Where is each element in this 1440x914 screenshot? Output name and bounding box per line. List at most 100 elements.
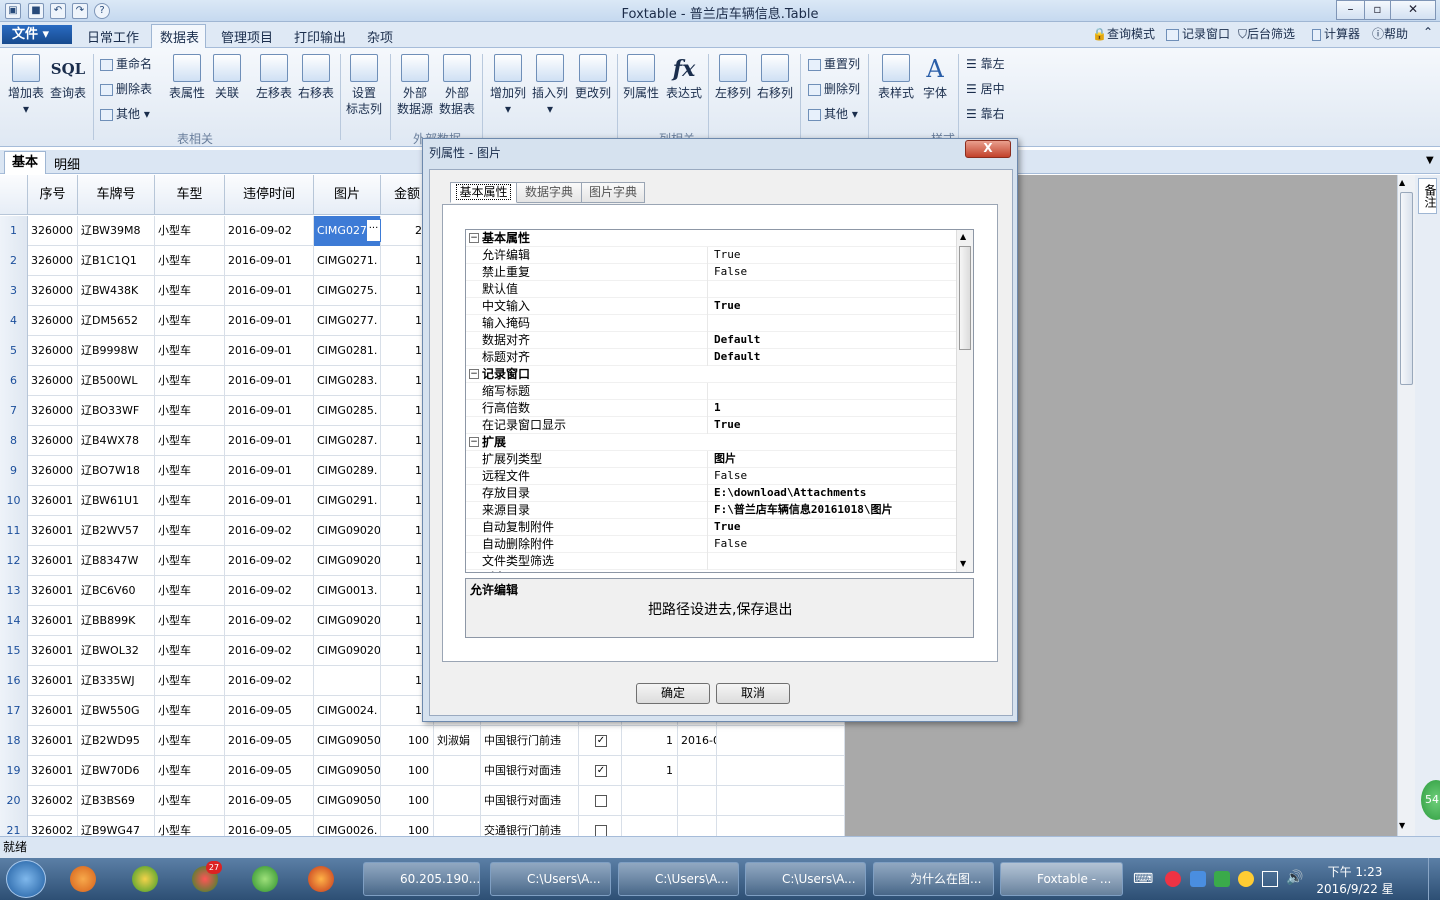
- checkbox[interactable]: ✓: [595, 765, 607, 777]
- grid-cell[interactable]: [678, 816, 717, 836]
- grid-cell[interactable]: 1: [622, 756, 678, 786]
- row-number[interactable]: 12: [0, 546, 28, 576]
- tab-misc[interactable]: 杂项: [367, 27, 393, 46]
- tab-print-output[interactable]: 打印输出: [294, 27, 346, 46]
- grid-cell[interactable]: 辽B1C1Q1: [78, 246, 155, 276]
- column-header[interactable]: 序号: [28, 175, 78, 215]
- row-number[interactable]: 1: [0, 216, 28, 246]
- rename-button[interactable]: 重命名: [100, 56, 152, 72]
- tray-chrome-icon[interactable]: [1165, 871, 1181, 887]
- row-number[interactable]: 2: [0, 246, 28, 276]
- property-row[interactable]: 行高倍数 1: [466, 400, 956, 417]
- grid-cell[interactable]: 小型车: [155, 606, 225, 636]
- grid-cell[interactable]: CIMG09020: [314, 636, 381, 666]
- property-value[interactable]: 1: [714, 400, 721, 416]
- grid-cell[interactable]: 326001: [28, 666, 78, 696]
- grid-cell[interactable]: 2016-09-05: [225, 726, 314, 756]
- property-row[interactable]: 标题对齐 Default: [466, 349, 956, 366]
- grid-cell[interactable]: 100: [381, 786, 434, 816]
- grid-cell[interactable]: 1: [622, 726, 678, 756]
- row-number[interactable]: 4: [0, 306, 28, 336]
- grid-cell[interactable]: CIMG09050: [314, 726, 381, 756]
- collapse-icon[interactable]: −: [469, 437, 479, 447]
- row-number[interactable]: 5: [0, 336, 28, 366]
- checkbox[interactable]: ✓: [595, 735, 607, 747]
- grid-cell[interactable]: [434, 786, 481, 816]
- taskbar-item-folder3[interactable]: C:\Users\A...: [745, 862, 866, 896]
- row-number[interactable]: 3: [0, 276, 28, 306]
- grid-cell[interactable]: 326000: [28, 336, 78, 366]
- grid-cell[interactable]: 辽BB899K: [78, 606, 155, 636]
- remarks-tab[interactable]: 备注: [1418, 178, 1437, 214]
- other-column-button[interactable]: 其他 ▾: [808, 106, 858, 122]
- row-number[interactable]: 21: [0, 816, 28, 836]
- scroll-down-icon[interactable]: ▼: [1399, 821, 1405, 830]
- column-header[interactable]: 车牌号: [78, 175, 155, 215]
- grid-cell[interactable]: [812, 756, 845, 786]
- firefox-icon[interactable]: [308, 866, 334, 892]
- grid-cell[interactable]: 辽B2WD95: [78, 726, 155, 756]
- grid-cell[interactable]: [678, 756, 717, 786]
- grid-cell[interactable]: 交通银行门前违: [481, 816, 579, 836]
- row-number[interactable]: 19: [0, 756, 28, 786]
- grid-cell[interactable]: 2016-09-01: [225, 306, 314, 336]
- property-value[interactable]: Default: [714, 349, 760, 365]
- checkbox[interactable]: [595, 795, 607, 807]
- grid-cell[interactable]: 小型车: [155, 816, 225, 836]
- row-number[interactable]: 13: [0, 576, 28, 606]
- grid-cell[interactable]: 326001: [28, 486, 78, 516]
- grid-cell[interactable]: 小型车: [155, 666, 225, 696]
- grid-cell[interactable]: 辽BW70D6: [78, 756, 155, 786]
- grid-cell[interactable]: [622, 816, 678, 836]
- change-column-button[interactable]: 更改列: [571, 54, 615, 101]
- taskbar-item-remote[interactable]: 60.205.190...: [363, 862, 480, 896]
- grid-cell[interactable]: 326002: [28, 816, 78, 836]
- grid-cell[interactable]: 326000: [28, 246, 78, 276]
- grid-cell[interactable]: 辽DM5652: [78, 306, 155, 336]
- row-number[interactable]: 8: [0, 426, 28, 456]
- grid-cell[interactable]: 2016-09-01: [225, 276, 314, 306]
- scroll-thumb[interactable]: [1400, 192, 1413, 385]
- grid-cell[interactable]: 小型车: [155, 456, 225, 486]
- grid-cell[interactable]: 2016-09-01: [225, 456, 314, 486]
- grid-cell[interactable]: 326000: [28, 306, 78, 336]
- property-value[interactable]: False: [714, 536, 747, 552]
- row-number[interactable]: 9: [0, 456, 28, 486]
- clock[interactable]: 下午 1:23 2016/9/22 星期四: [1314, 863, 1396, 914]
- row-number[interactable]: 17: [0, 696, 28, 726]
- property-value[interactable]: Default: [714, 332, 760, 348]
- column-header[interactable]: 图片: [314, 175, 381, 215]
- grid-cell[interactable]: 小型车: [155, 636, 225, 666]
- checkbox[interactable]: [595, 825, 607, 836]
- grid-cell[interactable]: 2016-09-02: [225, 546, 314, 576]
- property-row[interactable]: 来源目录 F:\普兰店车辆信息20161018\图片: [466, 502, 956, 519]
- grid-cell[interactable]: 辽B4WX78: [78, 426, 155, 456]
- external-datasource-button[interactable]: 外部 数据源: [394, 54, 436, 117]
- browser-icon[interactable]: [132, 866, 158, 892]
- row-number[interactable]: 6: [0, 366, 28, 396]
- grid-cell[interactable]: 2016-09-01: [225, 396, 314, 426]
- grid-cell[interactable]: 小型车: [155, 336, 225, 366]
- grid-cell[interactable]: 中国银行对面违: [481, 756, 579, 786]
- grid-cell[interactable]: 326001: [28, 606, 78, 636]
- grid-cell[interactable]: CIMG0013.: [314, 576, 381, 606]
- grid-cell[interactable]: 326002: [28, 786, 78, 816]
- grid-cell[interactable]: CIMG0283.: [314, 366, 381, 396]
- grid-cell[interactable]: CIMG0026.: [314, 816, 381, 836]
- grid-cell[interactable]: 326000: [28, 276, 78, 306]
- property-category[interactable]: − 记录窗口: [466, 366, 956, 383]
- grid-cell[interactable]: 小型车: [155, 366, 225, 396]
- grid-cell[interactable]: 辽BW438K: [78, 276, 155, 306]
- other-table-button[interactable]: 其他 ▾: [100, 106, 150, 122]
- property-value[interactable]: True: [714, 519, 741, 535]
- scroll-thumb[interactable]: [959, 246, 971, 350]
- grid-cell[interactable]: 2016-09-01: [225, 426, 314, 456]
- property-row[interactable]: 缩写标题: [466, 383, 956, 400]
- grid-cell[interactable]: [579, 786, 622, 816]
- property-row[interactable]: 远程文件 False: [466, 468, 956, 485]
- tab-detail[interactable]: 明细: [54, 154, 80, 173]
- grid-cell[interactable]: 辽B9998W: [78, 336, 155, 366]
- property-category[interactable]: −列表项目: [466, 570, 956, 572]
- network-icon[interactable]: [1262, 871, 1278, 887]
- start-button[interactable]: [6, 860, 46, 898]
